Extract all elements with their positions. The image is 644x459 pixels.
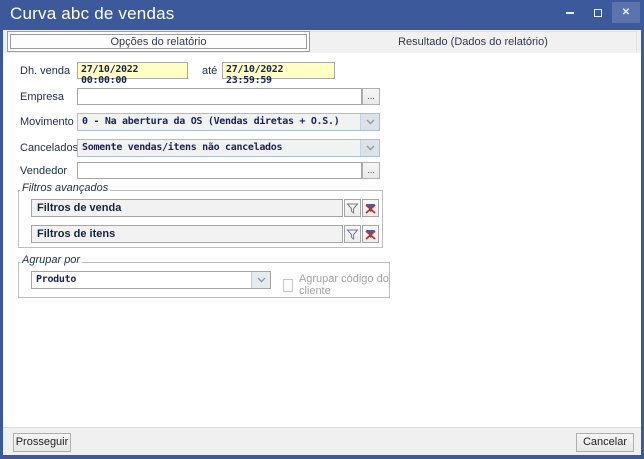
tab-opcoes-relatorio[interactable]: Opções do relatório [7, 31, 310, 52]
cancelados-label: Cancelados [20, 142, 78, 154]
clear-filter-venda-button[interactable] [362, 199, 379, 217]
tab-label: Resultado (Dados do relatório) [398, 36, 548, 48]
filtros-itens-row: Filtros de itens [31, 225, 379, 243]
checkbox-icon [283, 279, 293, 292]
agrupar-por-value: Produto [32, 272, 251, 288]
agrupar-codigo-cliente-checkbox[interactable]: Agrupar código do cliente [283, 273, 389, 297]
dh-venda-from-field[interactable]: 27/10/2022 00:00:00 [77, 62, 188, 79]
movimento-value: 0 - Na abertura da OS (Vendas diretas + … [78, 114, 360, 130]
cancelar-button[interactable]: Cancelar [576, 433, 634, 452]
agrupar-por-group: Produto Agrupar código do cliente [18, 262, 390, 298]
movimento-label: Movimento [20, 116, 74, 128]
filtros-venda-row: Filtros de venda [31, 199, 379, 217]
cancelados-select[interactable]: Somente vendas/itens não cancelados [77, 139, 380, 157]
minimize-icon [566, 12, 574, 14]
agrupar-por-group-label: Agrupar por [20, 254, 82, 266]
chevron-down-icon [366, 145, 375, 151]
app-window: Curva abc de vendas ✕ Opções do relatóri… [0, 0, 644, 459]
filtros-avancados-group-label: Filtros avançados [20, 182, 110, 194]
funnel-clear-icon [364, 228, 377, 241]
tab-resultado-dados[interactable]: Resultado (Dados do relatório) [310, 31, 637, 52]
dropdown-arrow[interactable] [360, 114, 379, 130]
close-icon: ✕ [622, 8, 630, 18]
vendedor-input[interactable] [77, 162, 362, 179]
ate-label: até [202, 65, 217, 77]
vendedor-label: Vendedor [20, 165, 67, 177]
filter-itens-button[interactable] [344, 225, 361, 243]
cancelados-value: Somente vendas/itens não cancelados [78, 140, 360, 156]
vendedor-browse-button[interactable]: ... [362, 162, 380, 179]
maximize-icon [594, 9, 602, 17]
chevron-down-icon [257, 277, 266, 283]
agrupar-por-select[interactable]: Produto [31, 271, 271, 289]
filtros-itens-label: Filtros de itens [31, 225, 343, 243]
close-button[interactable]: ✕ [612, 2, 640, 23]
minimize-button[interactable] [556, 2, 584, 23]
funnel-icon [346, 228, 359, 241]
funnel-clear-icon [364, 202, 377, 215]
empresa-label: Empresa [20, 91, 64, 103]
filtros-venda-label: Filtros de venda [31, 199, 343, 217]
empresa-input[interactable] [77, 88, 362, 105]
checkbox-label: Agrupar código do cliente [299, 273, 389, 297]
maximize-button[interactable] [584, 2, 612, 23]
dropdown-arrow[interactable] [251, 272, 270, 288]
dh-venda-to-field[interactable]: 27/10/2022 23:59:59 [222, 62, 335, 79]
window-title: Curva abc de vendas [10, 4, 174, 24]
tab-bar: Opções do relatório Resultado (Dados do … [3, 30, 641, 53]
prosseguir-button[interactable]: Prosseguir [13, 433, 71, 452]
empresa-browse-button[interactable]: ... [362, 88, 380, 105]
footer-bar: Prosseguir Cancelar [3, 427, 641, 455]
funnel-icon [346, 202, 359, 215]
filtros-avancados-group: Filtros de venda Filtros de itens [18, 190, 383, 248]
title-bar[interactable]: Curva abc de vendas ✕ [0, 0, 644, 30]
chevron-down-icon [366, 119, 375, 125]
tab-label: Opções do relatório [111, 36, 207, 48]
dh-venda-label: Dh. venda [20, 65, 70, 77]
content-frame: Opções do relatório Resultado (Dados do … [3, 30, 641, 455]
clear-filter-itens-button[interactable] [362, 225, 379, 243]
filter-venda-button[interactable] [344, 199, 361, 217]
window-controls: ✕ [556, 2, 640, 23]
movimento-select[interactable]: 0 - Na abertura da OS (Vendas diretas + … [77, 113, 380, 131]
dropdown-arrow[interactable] [360, 140, 379, 156]
